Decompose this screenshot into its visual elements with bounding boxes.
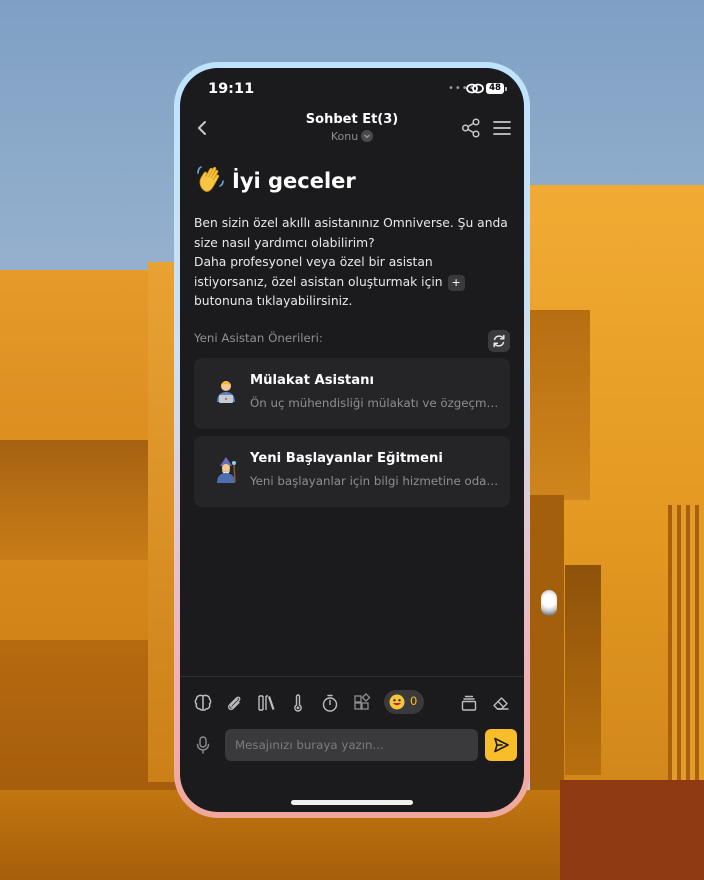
thermometer-icon[interactable]: [287, 692, 309, 714]
assistant-card[interactable]: Mülakat Asistanı Ön uç mühendisliği müla…: [194, 358, 510, 429]
card-description: Yeni başlayanlar için bilgi hizmetine od…: [250, 474, 500, 488]
phone-screen: 19:11 •••• 48 Sohbet Et(3) Konu İyi gece…: [180, 68, 524, 812]
card-description: Ön uç mühendisliği mülakatı ve özgeçmiş.…: [250, 396, 500, 410]
suggestions-label: Yeni Asistan Önerileri:: [194, 331, 323, 345]
emoji-count: 0: [410, 694, 418, 708]
send-icon: [494, 737, 509, 753]
microphone-icon[interactable]: [194, 734, 212, 756]
intro-line-2-start: Daha profesyonel veya özel bir asistan i…: [194, 255, 443, 289]
card-title: Mülakat Asistanı: [250, 373, 375, 388]
plugins-icon[interactable]: [351, 692, 373, 714]
layers-icon[interactable]: [458, 692, 480, 714]
background-building-shade: [530, 495, 564, 795]
intro-line-2-end: butonuna tıklayabilirsiniz.: [194, 294, 353, 308]
emoji-reaction-button[interactable]: 0: [384, 690, 424, 714]
mage-emoji-icon: [217, 457, 236, 483]
plus-icon[interactable]: +: [447, 274, 465, 291]
eraser-icon[interactable]: [490, 692, 512, 714]
message-input[interactable]: [225, 729, 478, 761]
topic-label: Konu: [330, 130, 359, 143]
background-building-recess: [530, 310, 590, 500]
status-time: 19:11: [208, 81, 255, 97]
emoji-icon: [389, 694, 405, 710]
send-button[interactable]: [485, 729, 517, 761]
intro-line-2: Daha profesyonel veya özel bir asistan i…: [194, 253, 510, 312]
battery-icon: 48: [486, 83, 507, 94]
battery-level: 48: [489, 83, 501, 93]
timer-icon[interactable]: [319, 692, 341, 714]
waving-hand-icon: [197, 166, 224, 192]
share-icon[interactable]: [460, 117, 482, 139]
home-indicator[interactable]: [291, 800, 413, 805]
greeting-text: İyi geceler: [232, 169, 356, 193]
intro-line-1: Ben sizin özel akıllı asistanınız Omnive…: [194, 216, 508, 250]
technologist-emoji-icon: [217, 381, 235, 403]
background-wall-lamp: [541, 590, 557, 616]
background-building-side: [565, 565, 601, 775]
assistant-card[interactable]: Yeni Başlayanlar Eğitmeni Yeni başlayanl…: [194, 436, 510, 507]
status-bar: 19:11 •••• 48: [180, 68, 524, 108]
card-title: Yeni Başlayanlar Eğitmeni: [250, 451, 443, 466]
background-ground-accent: [560, 780, 704, 880]
greeting-heading: İyi geceler: [196, 164, 356, 194]
toolbar-divider: [180, 676, 524, 677]
link-icon: [466, 83, 484, 94]
refresh-icon[interactable]: [488, 330, 510, 352]
brain-icon[interactable]: [192, 692, 214, 714]
paperclip-icon[interactable]: [223, 692, 245, 714]
navbar: Sohbet Et(3) Konu: [180, 108, 524, 148]
library-icon[interactable]: [255, 692, 277, 714]
menu-icon[interactable]: [492, 118, 512, 138]
assistant-intro: Ben sizin özel akıllı asistanınız Omnive…: [194, 214, 510, 312]
chevron-down-icon: [361, 130, 374, 142]
background-louvers: [668, 505, 704, 805]
